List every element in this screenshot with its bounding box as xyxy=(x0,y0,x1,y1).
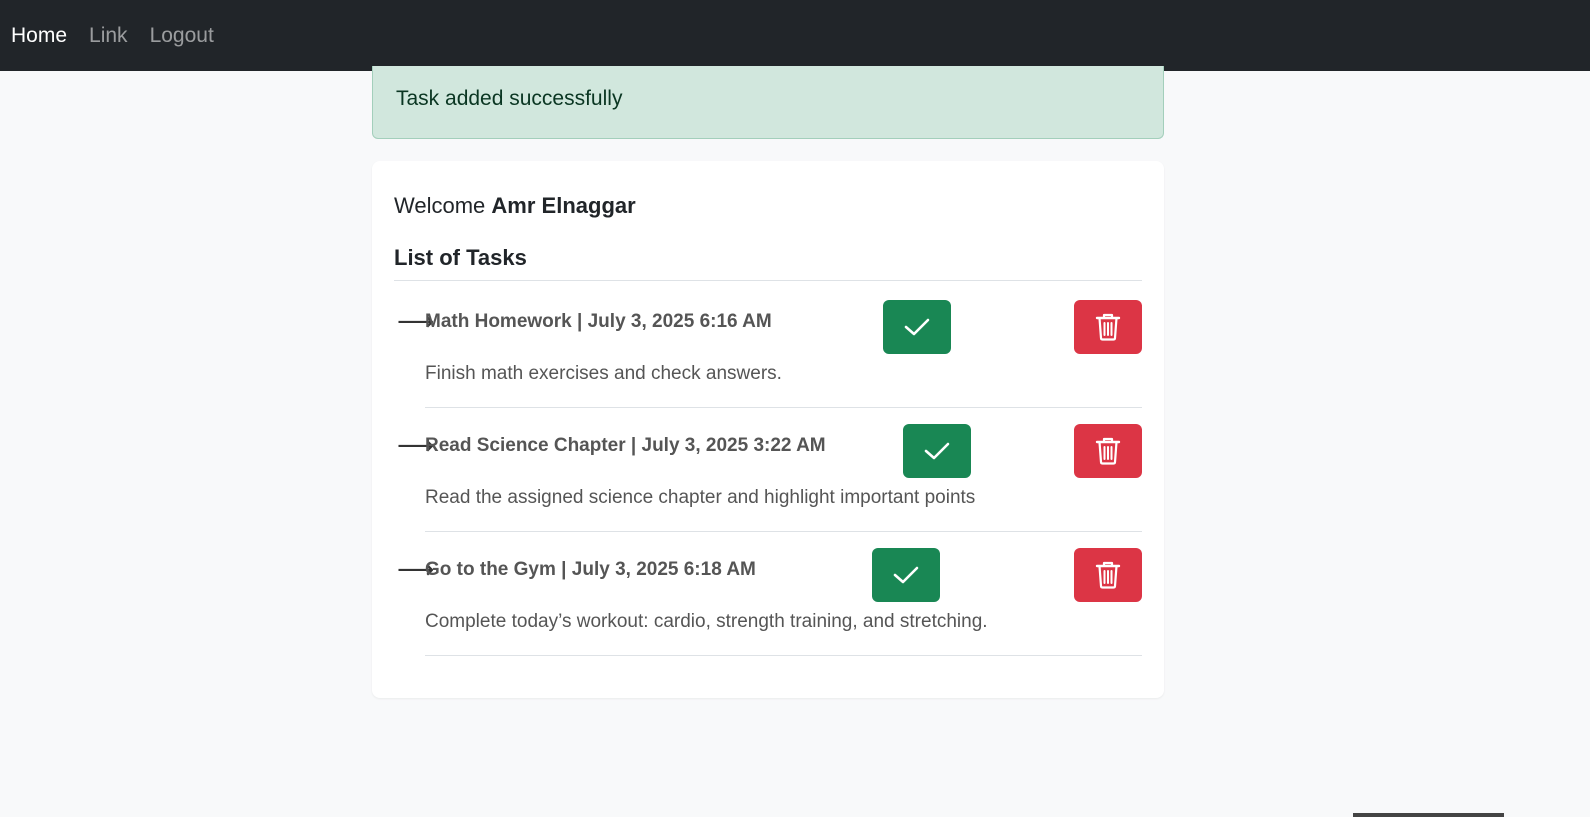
mark-done-button[interactable] xyxy=(883,300,951,354)
mark-done-button[interactable] xyxy=(872,548,940,602)
divider xyxy=(425,407,1142,408)
task-description: Read the assigned science chapter and hi… xyxy=(425,487,976,508)
delete-button[interactable] xyxy=(1074,424,1142,478)
task-title: Math Homework | July 3, 2025 6:16 AM xyxy=(425,311,772,332)
top-navbar: Home Link Logout xyxy=(0,0,1590,71)
nav-logout-link[interactable]: Logout xyxy=(150,24,214,48)
trash-icon xyxy=(1095,313,1121,341)
task-item: ⟶ Math Homework | July 3, 2025 6:16 AM F… xyxy=(372,300,1164,430)
check-icon xyxy=(924,442,950,460)
nav-link-link[interactable]: Link xyxy=(89,24,128,48)
divider xyxy=(425,531,1142,532)
task-description: Complete today’s workout: cardio, streng… xyxy=(425,611,988,632)
delete-button[interactable] xyxy=(1074,548,1142,602)
success-alert: Task added successfully xyxy=(372,66,1164,139)
check-icon xyxy=(904,318,930,336)
task-list-title: List of Tasks xyxy=(394,245,527,270)
bottom-edge-bar xyxy=(1353,813,1504,817)
check-icon xyxy=(893,566,919,584)
divider xyxy=(394,280,1142,281)
welcome-text: Welcome Amr Elnaggar xyxy=(394,193,636,219)
welcome-prefix: Welcome xyxy=(394,193,486,218)
divider xyxy=(425,655,1142,656)
alert-message: Task added successfully xyxy=(396,87,623,110)
task-description: Finish math exercises and check answers. xyxy=(425,363,782,384)
nav-home-link[interactable]: Home xyxy=(11,24,67,48)
trash-icon xyxy=(1095,561,1121,589)
task-title: Go to the Gym | July 3, 2025 6:18 AM xyxy=(425,559,756,580)
task-item: ⟶ Read Science Chapter | July 3, 2025 3:… xyxy=(372,424,1164,554)
user-name: Amr Elnaggar xyxy=(491,193,636,218)
trash-icon xyxy=(1095,437,1121,465)
tasks-card: Welcome Amr Elnaggar List of Tasks ⟶ Mat… xyxy=(372,161,1164,698)
mark-done-button[interactable] xyxy=(903,424,971,478)
delete-button[interactable] xyxy=(1074,300,1142,354)
task-title: Read Science Chapter | July 3, 2025 3:22… xyxy=(425,435,826,456)
task-item: ⟶ Go to the Gym | July 3, 2025 6:18 AM C… xyxy=(372,548,1164,678)
